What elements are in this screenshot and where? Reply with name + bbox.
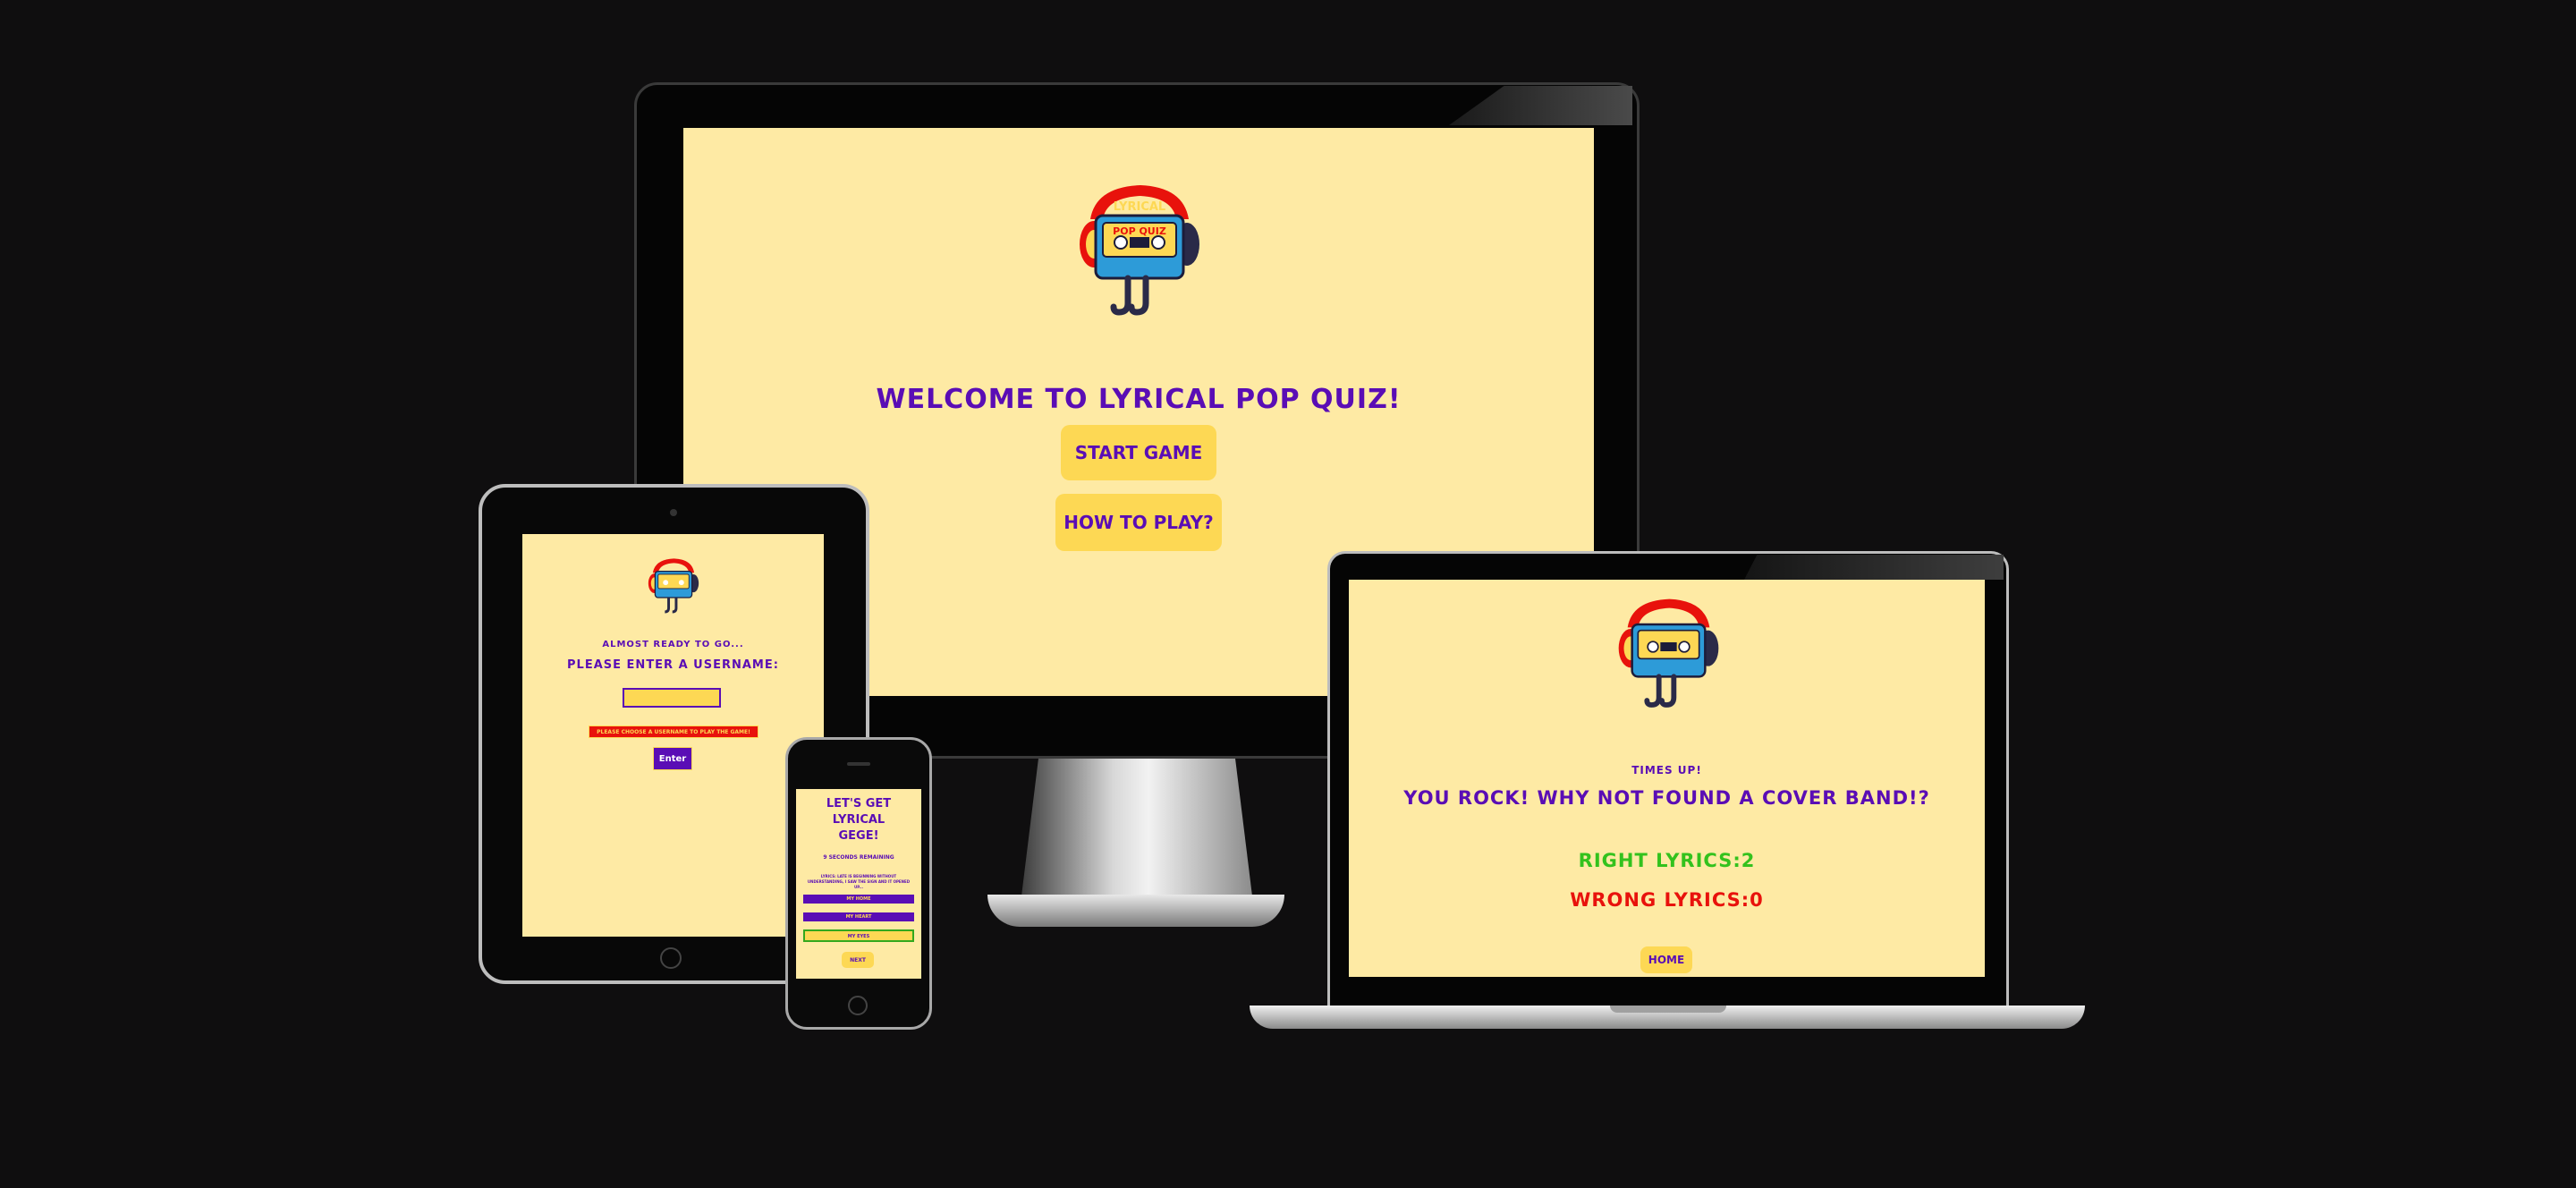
answer-option-3[interactable]: MY EYES xyxy=(803,929,914,942)
phone-home-button xyxy=(848,996,868,1015)
enter-button[interactable]: Enter xyxy=(653,747,692,770)
answer-option-1[interactable]: MY HOME xyxy=(803,895,914,904)
phone-screen: LET'S GET LYRICAL GEGE! 9 SECONDS REMAIN… xyxy=(796,789,921,979)
logo-line1: LYRICAL xyxy=(1114,200,1165,214)
times-up-label: TIMES UP! xyxy=(1631,764,1702,776)
phone-speaker xyxy=(847,762,870,766)
cassette-logo-icon: LYRICAL POP QUIZ xyxy=(1080,185,1199,316)
desktop-heading: WELCOME TO LYRICAL POP QUIZ! xyxy=(876,384,1402,415)
laptop-logo xyxy=(1617,598,1720,709)
answer-option-2[interactable]: MY HEART xyxy=(803,912,914,921)
laptop-notch xyxy=(1610,1006,1726,1013)
phone-title-line-1: LET'S GET xyxy=(826,797,892,810)
phone-title-line-2: LYRICAL xyxy=(832,813,886,827)
right-lyrics-score: RIGHT LYRICS:2 xyxy=(1578,850,1756,871)
phone-title-line-3: GEGE! xyxy=(838,829,879,843)
cassette-logo-icon xyxy=(648,558,699,614)
logo-line2: POP QUIZ xyxy=(1113,225,1166,237)
phone-timer: 9 SECONDS REMAINING xyxy=(823,854,894,861)
tablet-logo xyxy=(648,557,699,615)
desktop-logo: LYRICAL POP QUIZ xyxy=(1078,183,1201,318)
username-error: PLEASE CHOOSE A USERNAME TO PLAY THE GAM… xyxy=(589,726,758,738)
tablet-subheading: ALMOST READY TO GO... xyxy=(602,640,744,649)
cassette-logo-icon xyxy=(1618,598,1719,708)
home-button[interactable]: HOME xyxy=(1640,946,1692,973)
wrong-lyrics-score: WRONG LYRICS:0 xyxy=(1570,889,1764,911)
phone-title: LET'S GET LYRICAL GEGE! xyxy=(796,796,921,844)
tablet-camera xyxy=(670,509,677,516)
desktop-stand-base xyxy=(987,895,1284,927)
tablet-screen: ALMOST READY TO GO... PLEASE ENTER A USE… xyxy=(522,534,824,937)
tablet-prompt: PLEASE ENTER A USERNAME: xyxy=(567,658,779,672)
next-button[interactable]: NEXT xyxy=(842,952,874,968)
result-message: YOU ROCK! WHY NOT FOUND A COVER BAND!? xyxy=(1403,787,1930,809)
phone-question: LYRICS: LATE IS BEGINNING WITHOUT UNDERS… xyxy=(807,874,911,889)
how-to-play-button[interactable]: HOW TO PLAY? xyxy=(1055,494,1222,551)
username-input[interactable] xyxy=(623,688,721,708)
laptop-glare xyxy=(1744,555,2004,580)
start-game-button[interactable]: START GAME xyxy=(1061,425,1216,480)
tablet-home-button xyxy=(660,947,682,969)
desktop-stand xyxy=(1020,759,1254,911)
laptop-screen: TIMES UP! YOU ROCK! WHY NOT FOUND A COVE… xyxy=(1349,580,1985,977)
